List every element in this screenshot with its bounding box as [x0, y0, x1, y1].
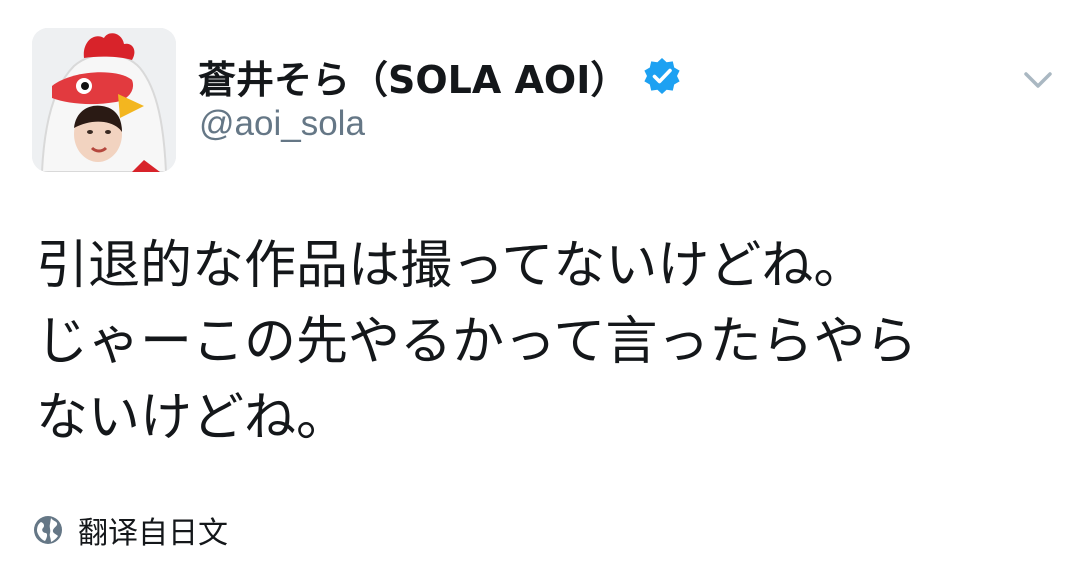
author-name-row: 蒼井そら（SOLA AOI）	[198, 48, 682, 104]
chevron-down-icon[interactable]	[1020, 62, 1056, 98]
tweet-text-line: 引退的な作品は撮ってないけどね。	[36, 236, 866, 296]
avatar[interactable]	[32, 28, 176, 172]
avatar-image	[32, 28, 176, 172]
globe-icon	[32, 514, 64, 546]
display-name[interactable]: 蒼井そら（SOLA AOI）	[198, 49, 628, 104]
translate-label: 翻译自日文	[78, 516, 228, 551]
tweet-text: 引退的な作品は撮ってないけどね。 じゃーこの先やるかって言ったらやら ないけどね…	[36, 228, 1036, 456]
user-handle[interactable]: @aoi_sola	[199, 104, 365, 144]
tweet-text-line: ないけどね。	[36, 388, 349, 448]
translate-button[interactable]: 翻译自日文	[32, 510, 228, 551]
tweet-card: 蒼井そら（SOLA AOI） @aoi_sola 引退的な作品は撮ってないけどね…	[0, 0, 1080, 562]
tweet-text-line: じゃーこの先やるかって言ったらやら	[36, 312, 918, 372]
verified-badge-icon	[642, 56, 682, 96]
